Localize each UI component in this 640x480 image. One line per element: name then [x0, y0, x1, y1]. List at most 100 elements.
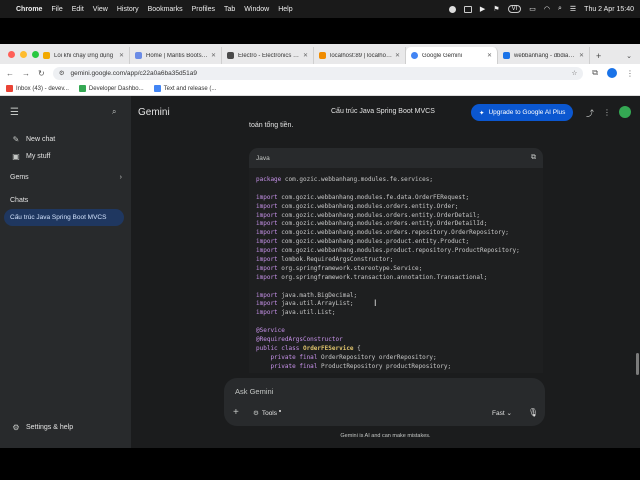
sparkle-icon: ✦: [479, 109, 485, 117]
add-icon[interactable]: +: [233, 407, 239, 418]
bookmark-text-release[interactable]: Text and release (...: [153, 85, 216, 92]
tab-1[interactable]: Home | Mantis Bootstrap ✕: [130, 47, 222, 64]
tab-favicon-icon: [43, 52, 50, 59]
gems-section[interactable]: Gems ›: [10, 174, 122, 181]
menu-icon[interactable]: ☰: [10, 107, 19, 118]
share-icon[interactable]: ⤴: [586, 108, 594, 119]
menu-bookmarks[interactable]: Bookmarks: [148, 6, 183, 13]
tab-0[interactable]: Lỗi khi chạy ứng dụng ✕: [38, 47, 130, 64]
close-icon[interactable]: ✕: [119, 52, 124, 59]
search-icon[interactable]: ⌕: [112, 107, 116, 117]
zoom-window-icon[interactable]: [32, 51, 39, 58]
code-token: java.util.ArrayList;: [281, 300, 354, 308]
control-center-icon[interactable]: ☰: [570, 5, 576, 13]
code-token: com.gozic.webbanhang.modules.orders.repo…: [281, 229, 509, 237]
site-info-icon[interactable]: ⚙: [59, 69, 65, 77]
play-icon[interactable]: ▶: [480, 5, 485, 13]
gmail-icon: [6, 85, 13, 92]
bookmark-developer-dashboard[interactable]: Developer Dashbo...: [78, 85, 144, 92]
tab-4-active[interactable]: Google Gemini ✕: [406, 47, 498, 64]
tools-icon: ⚙: [253, 410, 259, 417]
address-bar[interactable]: ⚙ gemini.google.com/app/c22a0a6ba35d51a9…: [52, 66, 584, 80]
battery-icon[interactable]: ▭: [529, 5, 536, 13]
mode-selector[interactable]: Fast ⌄: [492, 409, 512, 417]
code-line: private final OrderRepository orderRepos…: [256, 354, 536, 363]
reload-icon[interactable]: ↻: [38, 69, 45, 78]
more-menu-icon[interactable]: ⋮: [626, 69, 634, 78]
my-stuff-button[interactable]: ▣ My stuff: [10, 152, 50, 161]
code-token: java.math.BigDecimal;: [281, 291, 358, 299]
code-line: import java.util.List;: [256, 309, 536, 318]
bookmark-inbox[interactable]: Inbox (43) - devev...: [6, 85, 69, 92]
close-icon[interactable]: ✕: [211, 52, 216, 59]
account-avatar[interactable]: [619, 106, 631, 118]
menu-tab[interactable]: Tab: [224, 6, 235, 13]
back-icon[interactable]: ←: [6, 69, 14, 78]
minimize-window-icon[interactable]: [20, 51, 27, 58]
code-token: OrderFEService: [302, 344, 354, 352]
chat-item-active[interactable]: Cấu trúc Java Spring Boot MVCS: [4, 209, 124, 226]
brand-title[interactable]: Gemini: [138, 107, 170, 118]
menu-edit[interactable]: Edit: [72, 6, 84, 13]
settings-help-button[interactable]: ⚙ Settings & help: [10, 423, 73, 432]
menu-file[interactable]: File: [51, 6, 62, 13]
disclaimer: Gemini is AI and can make mistakes.: [131, 433, 640, 439]
chevron-down-icon: ⌄: [506, 410, 512, 417]
url-text: gemini.google.com/app/c22a0a6ba35d51a9: [70, 69, 198, 77]
menubar-clock[interactable]: Thu 2 Apr 15:40: [584, 6, 634, 13]
search-icon[interactable]: ⌕: [558, 5, 562, 13]
gemini-favicon-icon: [411, 52, 418, 59]
new-tab-icon[interactable]: +: [596, 51, 601, 61]
tools-button[interactable]: ⚙ Tools: [253, 409, 282, 417]
forward-icon[interactable]: →: [22, 69, 30, 78]
scrollbar[interactable]: [636, 353, 639, 375]
flag-icon[interactable]: ⚑: [493, 5, 499, 13]
code-token: {: [353, 344, 361, 352]
close-icon[interactable]: ✕: [579, 52, 584, 59]
code-token: OrderRepository orderRepository;: [321, 353, 437, 361]
tab-2[interactable]: Electro - Electronics Web ✕: [222, 47, 314, 64]
record-icon[interactable]: [448, 5, 456, 13]
tab-5[interactable]: webbanhang - dbdiagram ✕: [498, 47, 590, 64]
play-console-icon: [78, 85, 86, 92]
close-icon[interactable]: ✕: [487, 52, 492, 59]
close-icon[interactable]: ✕: [395, 52, 400, 59]
screen-icon[interactable]: [463, 5, 472, 13]
microphone-icon[interactable]: 🎙: [528, 408, 538, 417]
code-token: com.gozic.webbanhang.modules.orders.enti…: [281, 202, 459, 210]
menu-help[interactable]: Help: [278, 6, 292, 13]
close-icon[interactable]: ✕: [303, 52, 308, 59]
code-token: import: [256, 220, 282, 228]
chat-title[interactable]: Cấu trúc Java Spring Boot MVCS: [331, 108, 435, 115]
tab-3[interactable]: localhost:89 | localhost / ✕: [314, 47, 406, 64]
close-window-icon[interactable]: [8, 51, 15, 58]
code-line: @RequiredArgsConstructor: [256, 336, 536, 345]
code-token: org.springframework.stereotype.Service;: [281, 264, 423, 272]
code-line: import com.gozic.webbanhang.modules.orde…: [256, 220, 536, 229]
code-token: lombok.RequiredArgsConstructor;: [281, 256, 394, 264]
menu-profiles[interactable]: Profiles: [192, 6, 215, 13]
input-source-badge[interactable]: VI: [507, 5, 522, 13]
tools-label: Tools: [261, 409, 278, 417]
bookmark-star-icon[interactable]: ☆: [571, 69, 577, 77]
profile-avatar[interactable]: [607, 68, 617, 78]
copy-icon[interactable]: ⧉: [531, 154, 536, 162]
extensions-icon[interactable]: ⧉: [592, 68, 598, 78]
code-token: import: [256, 247, 282, 255]
menu-view[interactable]: View: [93, 6, 108, 13]
code-line: import com.gozic.webbanhang.modules.orde…: [256, 229, 536, 238]
main-panel: Gemini Cấu trúc Java Spring Boot MVCS ✦ …: [131, 96, 640, 448]
library-icon: ▣: [12, 152, 20, 161]
upgrade-button[interactable]: ✦ Upgrade to Google AI Plus: [471, 104, 574, 121]
menu-history[interactable]: History: [117, 6, 139, 13]
menu-app-name[interactable]: Chrome: [16, 6, 42, 13]
prompt-input[interactable]: [235, 387, 525, 396]
new-chat-button[interactable]: ✎ New chat: [10, 135, 56, 144]
wifi-icon[interactable]: ◠: [544, 5, 550, 13]
menu-window[interactable]: Window: [244, 6, 269, 13]
code-token: import: [256, 291, 282, 299]
disclaimer-text: Gemini is AI and can make mistakes.: [340, 433, 431, 439]
code-header: Java ⧉: [249, 148, 543, 168]
tab-search-icon[interactable]: ⌄: [626, 52, 632, 60]
more-options-icon[interactable]: ⋮: [603, 108, 611, 117]
